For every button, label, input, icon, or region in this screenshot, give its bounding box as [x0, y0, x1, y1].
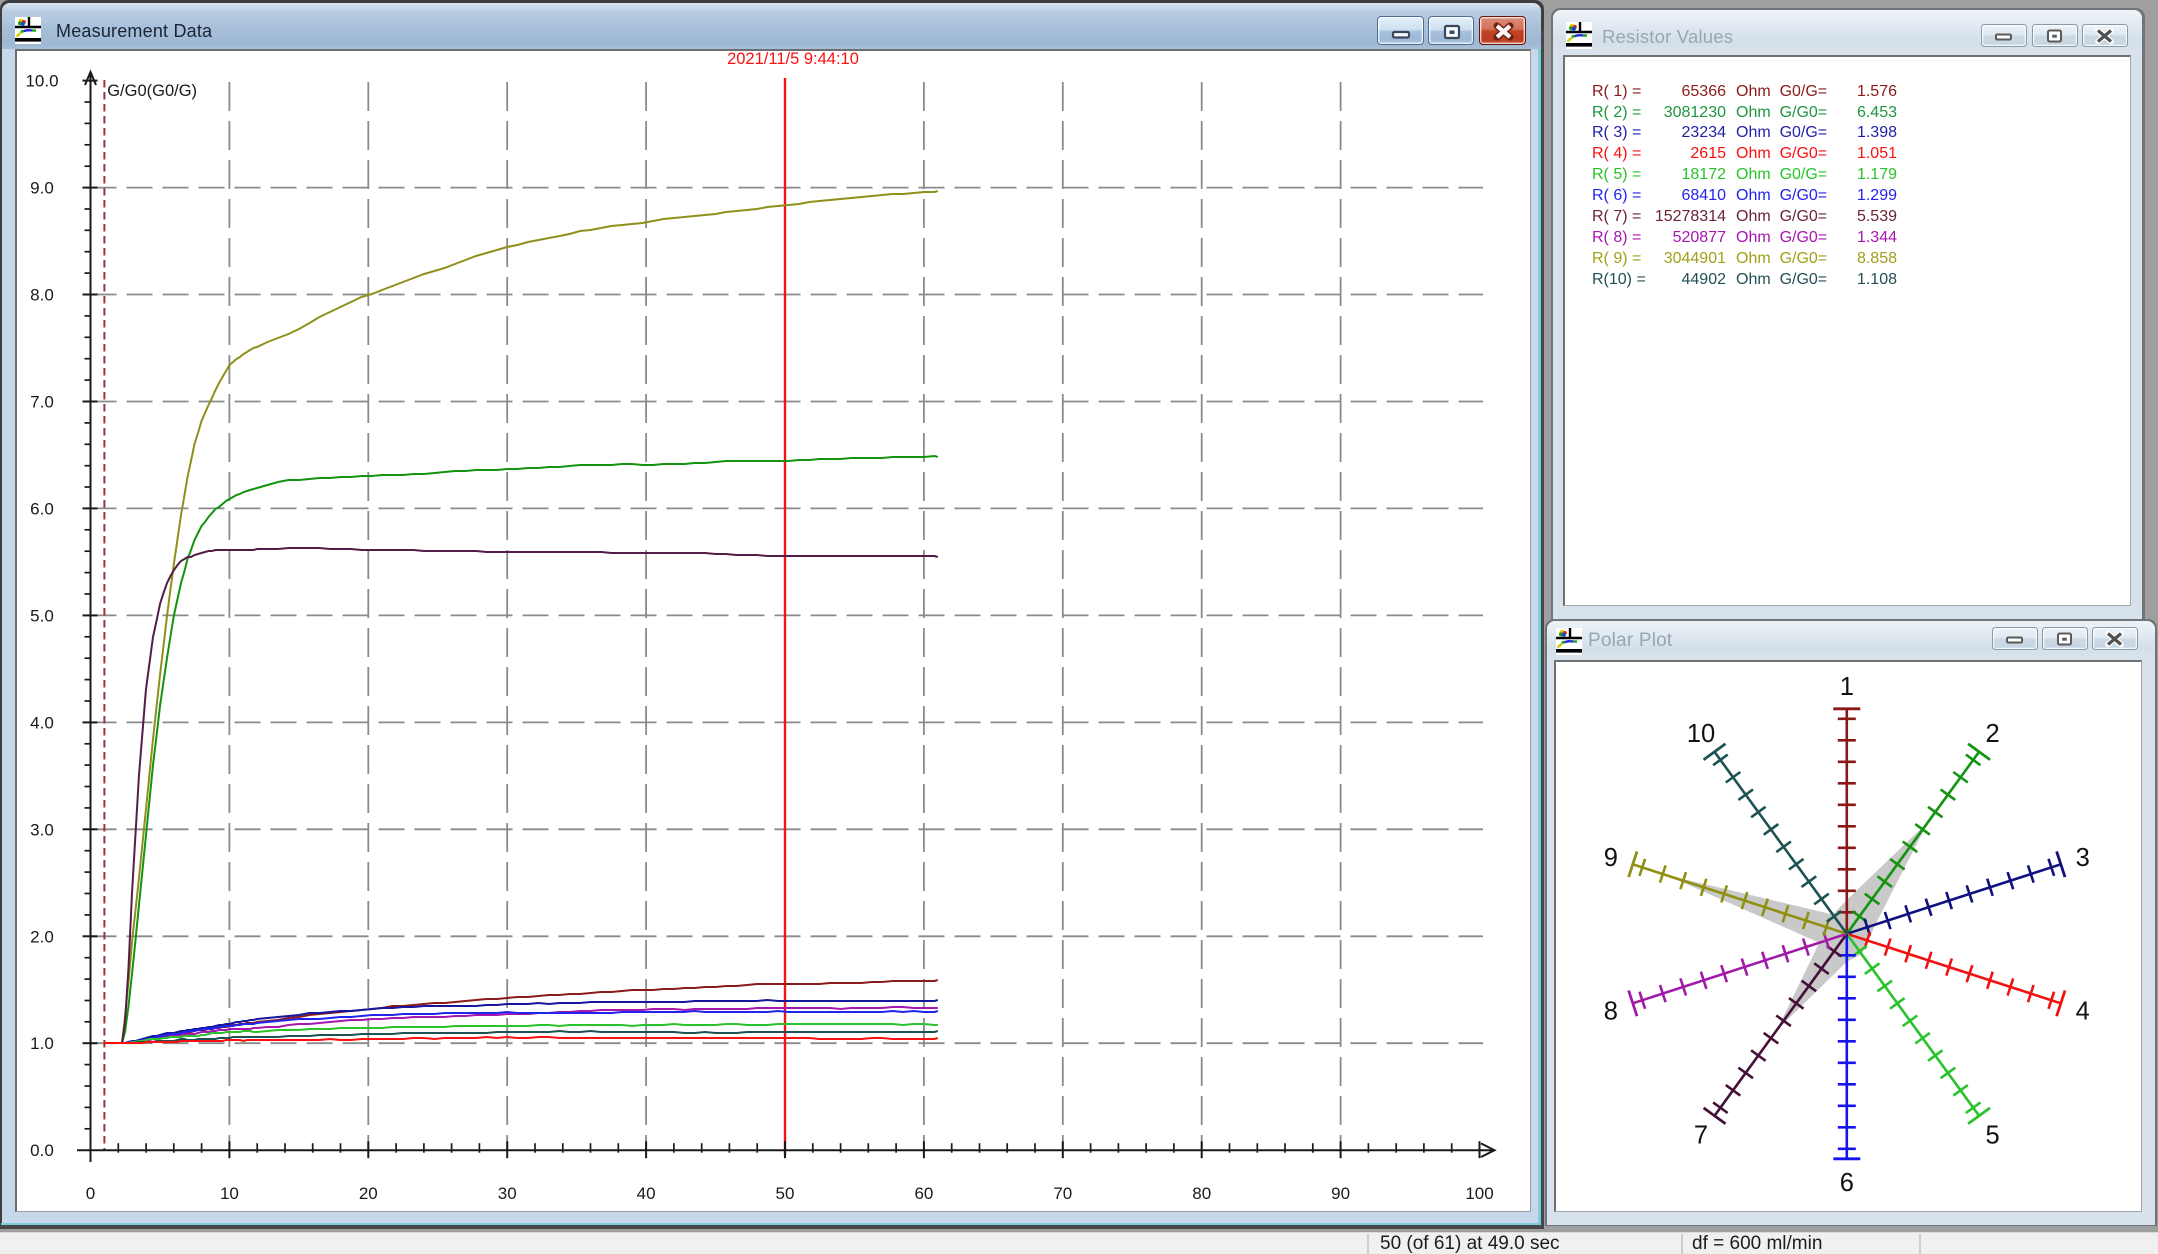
svg-text:9: 9: [1604, 844, 1618, 872]
svg-text:6: 6: [1840, 1169, 1854, 1197]
svg-text:10: 10: [220, 1184, 239, 1203]
svg-text:3: 3: [2076, 844, 2090, 872]
svg-text:8: 8: [1604, 997, 1618, 1025]
svg-text:70: 70: [1053, 1184, 1072, 1203]
svg-text:7: 7: [1694, 1121, 1708, 1149]
svg-text:8.0: 8.0: [30, 286, 54, 305]
svg-text:50: 50: [776, 1184, 795, 1203]
svg-text:4: 4: [2076, 997, 2090, 1025]
svg-text:2021/11/5 9:44:10: 2021/11/5 9:44:10: [727, 50, 859, 68]
svg-text:9.0: 9.0: [30, 179, 54, 198]
svg-text:30: 30: [498, 1184, 517, 1203]
svg-text:80: 80: [1192, 1184, 1211, 1203]
svg-text:10: 10: [1687, 720, 1715, 748]
svg-text:1: 1: [1840, 673, 1854, 701]
svg-text:100: 100: [1465, 1184, 1493, 1203]
svg-text:60: 60: [914, 1184, 933, 1203]
svg-text:7.0: 7.0: [30, 393, 54, 412]
svg-text:10.0: 10.0: [25, 72, 58, 91]
svg-text:2.0: 2.0: [30, 927, 54, 946]
svg-text:G/G0(G0/G): G/G0(G0/G): [107, 82, 197, 100]
svg-text:2: 2: [1986, 720, 2000, 748]
svg-text:90: 90: [1331, 1184, 1350, 1203]
svg-text:0.0: 0.0: [30, 1141, 54, 1160]
svg-text:5: 5: [1986, 1121, 2000, 1149]
svg-text:5.0: 5.0: [30, 606, 54, 625]
svg-text:20: 20: [359, 1184, 378, 1203]
svg-text:1.0: 1.0: [30, 1034, 54, 1053]
svg-text:40: 40: [637, 1184, 656, 1203]
svg-text:6.0: 6.0: [30, 499, 54, 518]
svg-text:4.0: 4.0: [30, 713, 54, 732]
svg-text:0: 0: [86, 1184, 95, 1203]
svg-text:3.0: 3.0: [30, 820, 54, 839]
